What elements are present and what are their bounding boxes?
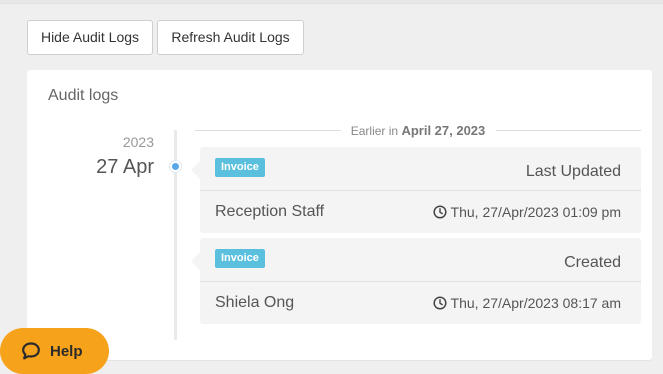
top-border bbox=[0, 0, 663, 4]
entity-badge: Invoice bbox=[215, 158, 265, 177]
hide-audit-logs-button[interactable]: Hide Audit Logs bbox=[27, 20, 153, 55]
refresh-audit-logs-button[interactable]: Refresh Audit Logs bbox=[157, 20, 304, 55]
clock-icon bbox=[432, 205, 447, 219]
timeline-date-year: 2023 bbox=[122, 134, 154, 150]
log-timestamp: Thu, 27/Apr/2023 01:09 pm bbox=[432, 204, 621, 220]
date-separator: Earlier in April 27, 2023 bbox=[195, 123, 641, 138]
timeline-date-day: 27 Apr bbox=[96, 156, 154, 178]
entity-badge: Invoice bbox=[215, 249, 265, 268]
timestamp-text: Thu, 27/Apr/2023 08:17 am bbox=[450, 295, 621, 311]
audit-log-entry: Invoice Created Shiela Ong Thu, 27/Apr/2… bbox=[191, 238, 641, 324]
audit-log-entry: Invoice Last Updated Reception Staff Thu… bbox=[191, 147, 641, 233]
log-action: Created bbox=[564, 254, 621, 271]
clock-icon bbox=[432, 296, 447, 310]
separator-prefix: Earlier in bbox=[350, 124, 399, 138]
entry-divider bbox=[200, 190, 641, 191]
panel-title: Audit logs bbox=[48, 87, 119, 104]
timestamp-text: Thu, 27/Apr/2023 01:09 pm bbox=[450, 204, 621, 220]
help-button[interactable]: Help bbox=[0, 328, 109, 374]
chat-bubble-icon bbox=[22, 342, 40, 360]
timeline-dot bbox=[170, 161, 181, 172]
separator-text: Earlier in April 27, 2023 bbox=[340, 123, 496, 138]
log-timestamp: Thu, 27/Apr/2023 08:17 am bbox=[432, 295, 621, 311]
log-action: Last Updated bbox=[525, 163, 621, 180]
audit-logs-panel: Audit logs 2023 27 Apr Earlier in April … bbox=[27, 70, 652, 360]
log-user: Shiela Ong bbox=[215, 294, 295, 311]
entry-divider bbox=[200, 281, 641, 282]
separator-date: April 27, 2023 bbox=[401, 123, 486, 138]
help-label: Help bbox=[50, 342, 83, 360]
log-user: Reception Staff bbox=[215, 203, 325, 220]
